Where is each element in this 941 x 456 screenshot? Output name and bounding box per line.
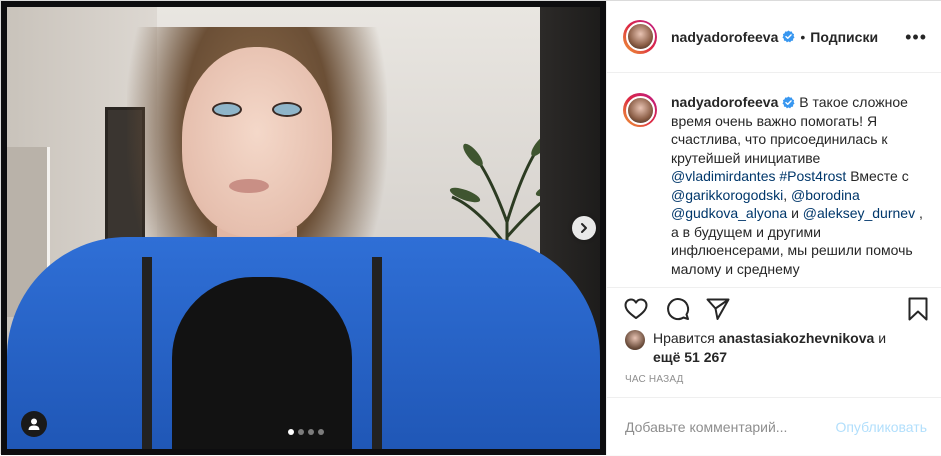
photo-top xyxy=(172,277,352,449)
more-options-button[interactable]: ••• xyxy=(905,27,927,48)
comment-input[interactable] xyxy=(623,418,836,436)
instagram-post: nadyadorofeeva • Подписки ••• nadyadorof… xyxy=(0,0,941,455)
caption-text-part: , xyxy=(783,186,792,203)
post-photo xyxy=(7,7,600,449)
caption-text-part: Вместе с xyxy=(846,168,909,184)
photo-face xyxy=(182,47,332,237)
caption-text: nadyadorofeeva В такое сложное время оче… xyxy=(671,93,923,278)
avatar xyxy=(625,95,655,125)
avatar xyxy=(625,22,655,51)
carousel-dot-3 xyxy=(308,429,314,435)
carousel-next-button[interactable] xyxy=(572,216,596,240)
share-icon[interactable] xyxy=(705,296,731,322)
photo-lips xyxy=(229,179,269,193)
photo-eye-left xyxy=(212,102,242,117)
liker-avatar[interactable] xyxy=(625,330,645,350)
mention-link[interactable]: @vladimirdantes xyxy=(671,168,775,184)
chevron-right-icon xyxy=(581,223,587,233)
mention-link[interactable]: @aleksey_durnev xyxy=(803,205,915,221)
tagged-users-button[interactable] xyxy=(21,411,47,437)
mention-link[interactable]: @garikkorogodski xyxy=(671,187,783,203)
caption-avatar-ring[interactable] xyxy=(623,93,657,127)
photo-zip-right xyxy=(372,257,382,449)
post-media[interactable] xyxy=(1,1,606,455)
heart-icon[interactable] xyxy=(623,296,649,322)
caption: nadyadorofeeva В такое сложное время оче… xyxy=(623,93,923,278)
caption-text-part: и xyxy=(787,205,803,221)
photo-zip-left xyxy=(142,257,152,449)
header-separator: • xyxy=(800,28,806,45)
mention-link[interactable]: @borodina xyxy=(791,187,860,203)
post-header: nadyadorofeeva • Подписки ••• xyxy=(607,1,941,73)
verified-badge-icon xyxy=(782,30,795,43)
likes-mid: и xyxy=(874,330,887,346)
caption-username-link[interactable]: nadyadorofeeva xyxy=(671,94,778,110)
bookmark-icon[interactable] xyxy=(905,296,931,322)
comment-icon[interactable] xyxy=(665,296,691,322)
mention-link[interactable]: @gudkova_alyona xyxy=(671,205,787,221)
likes-prefix: Нравится xyxy=(653,330,719,346)
caption-scroll-area[interactable]: nadyadorofeeva В такое сложное время оче… xyxy=(607,73,941,287)
verified-badge-icon xyxy=(782,96,795,109)
post-actions xyxy=(607,287,941,321)
hashtag-link[interactable]: #Post4rost xyxy=(779,168,846,184)
likes-text: Нравится anastasiakozhevnikova и ещё 51 … xyxy=(653,329,886,367)
likes-count-link[interactable]: ещё 51 267 xyxy=(653,349,727,365)
profile-avatar-ring[interactable] xyxy=(623,19,657,54)
user-icon xyxy=(28,418,40,430)
profile-username-link[interactable]: nadyadorofeeva xyxy=(671,29,778,45)
carousel-indicator xyxy=(288,429,324,435)
carousel-dot-4 xyxy=(318,429,324,435)
post-timestamp[interactable]: час назад xyxy=(625,374,684,385)
likes-summary: Нравится anastasiakozhevnikova и ещё 51 … xyxy=(625,329,886,367)
publish-button[interactable]: Опубликовать xyxy=(835,419,927,435)
photo-eye-right xyxy=(272,102,302,117)
comment-form: Опубликовать xyxy=(607,397,941,456)
post-sidebar: nadyadorofeeva • Подписки ••• nadyadorof… xyxy=(606,1,941,455)
carousel-dot-2 xyxy=(298,429,304,435)
liker-username-link[interactable]: anastasiakozhevnikova xyxy=(719,330,875,346)
carousel-dot-1 xyxy=(288,429,294,435)
following-button[interactable]: Подписки xyxy=(810,29,878,45)
